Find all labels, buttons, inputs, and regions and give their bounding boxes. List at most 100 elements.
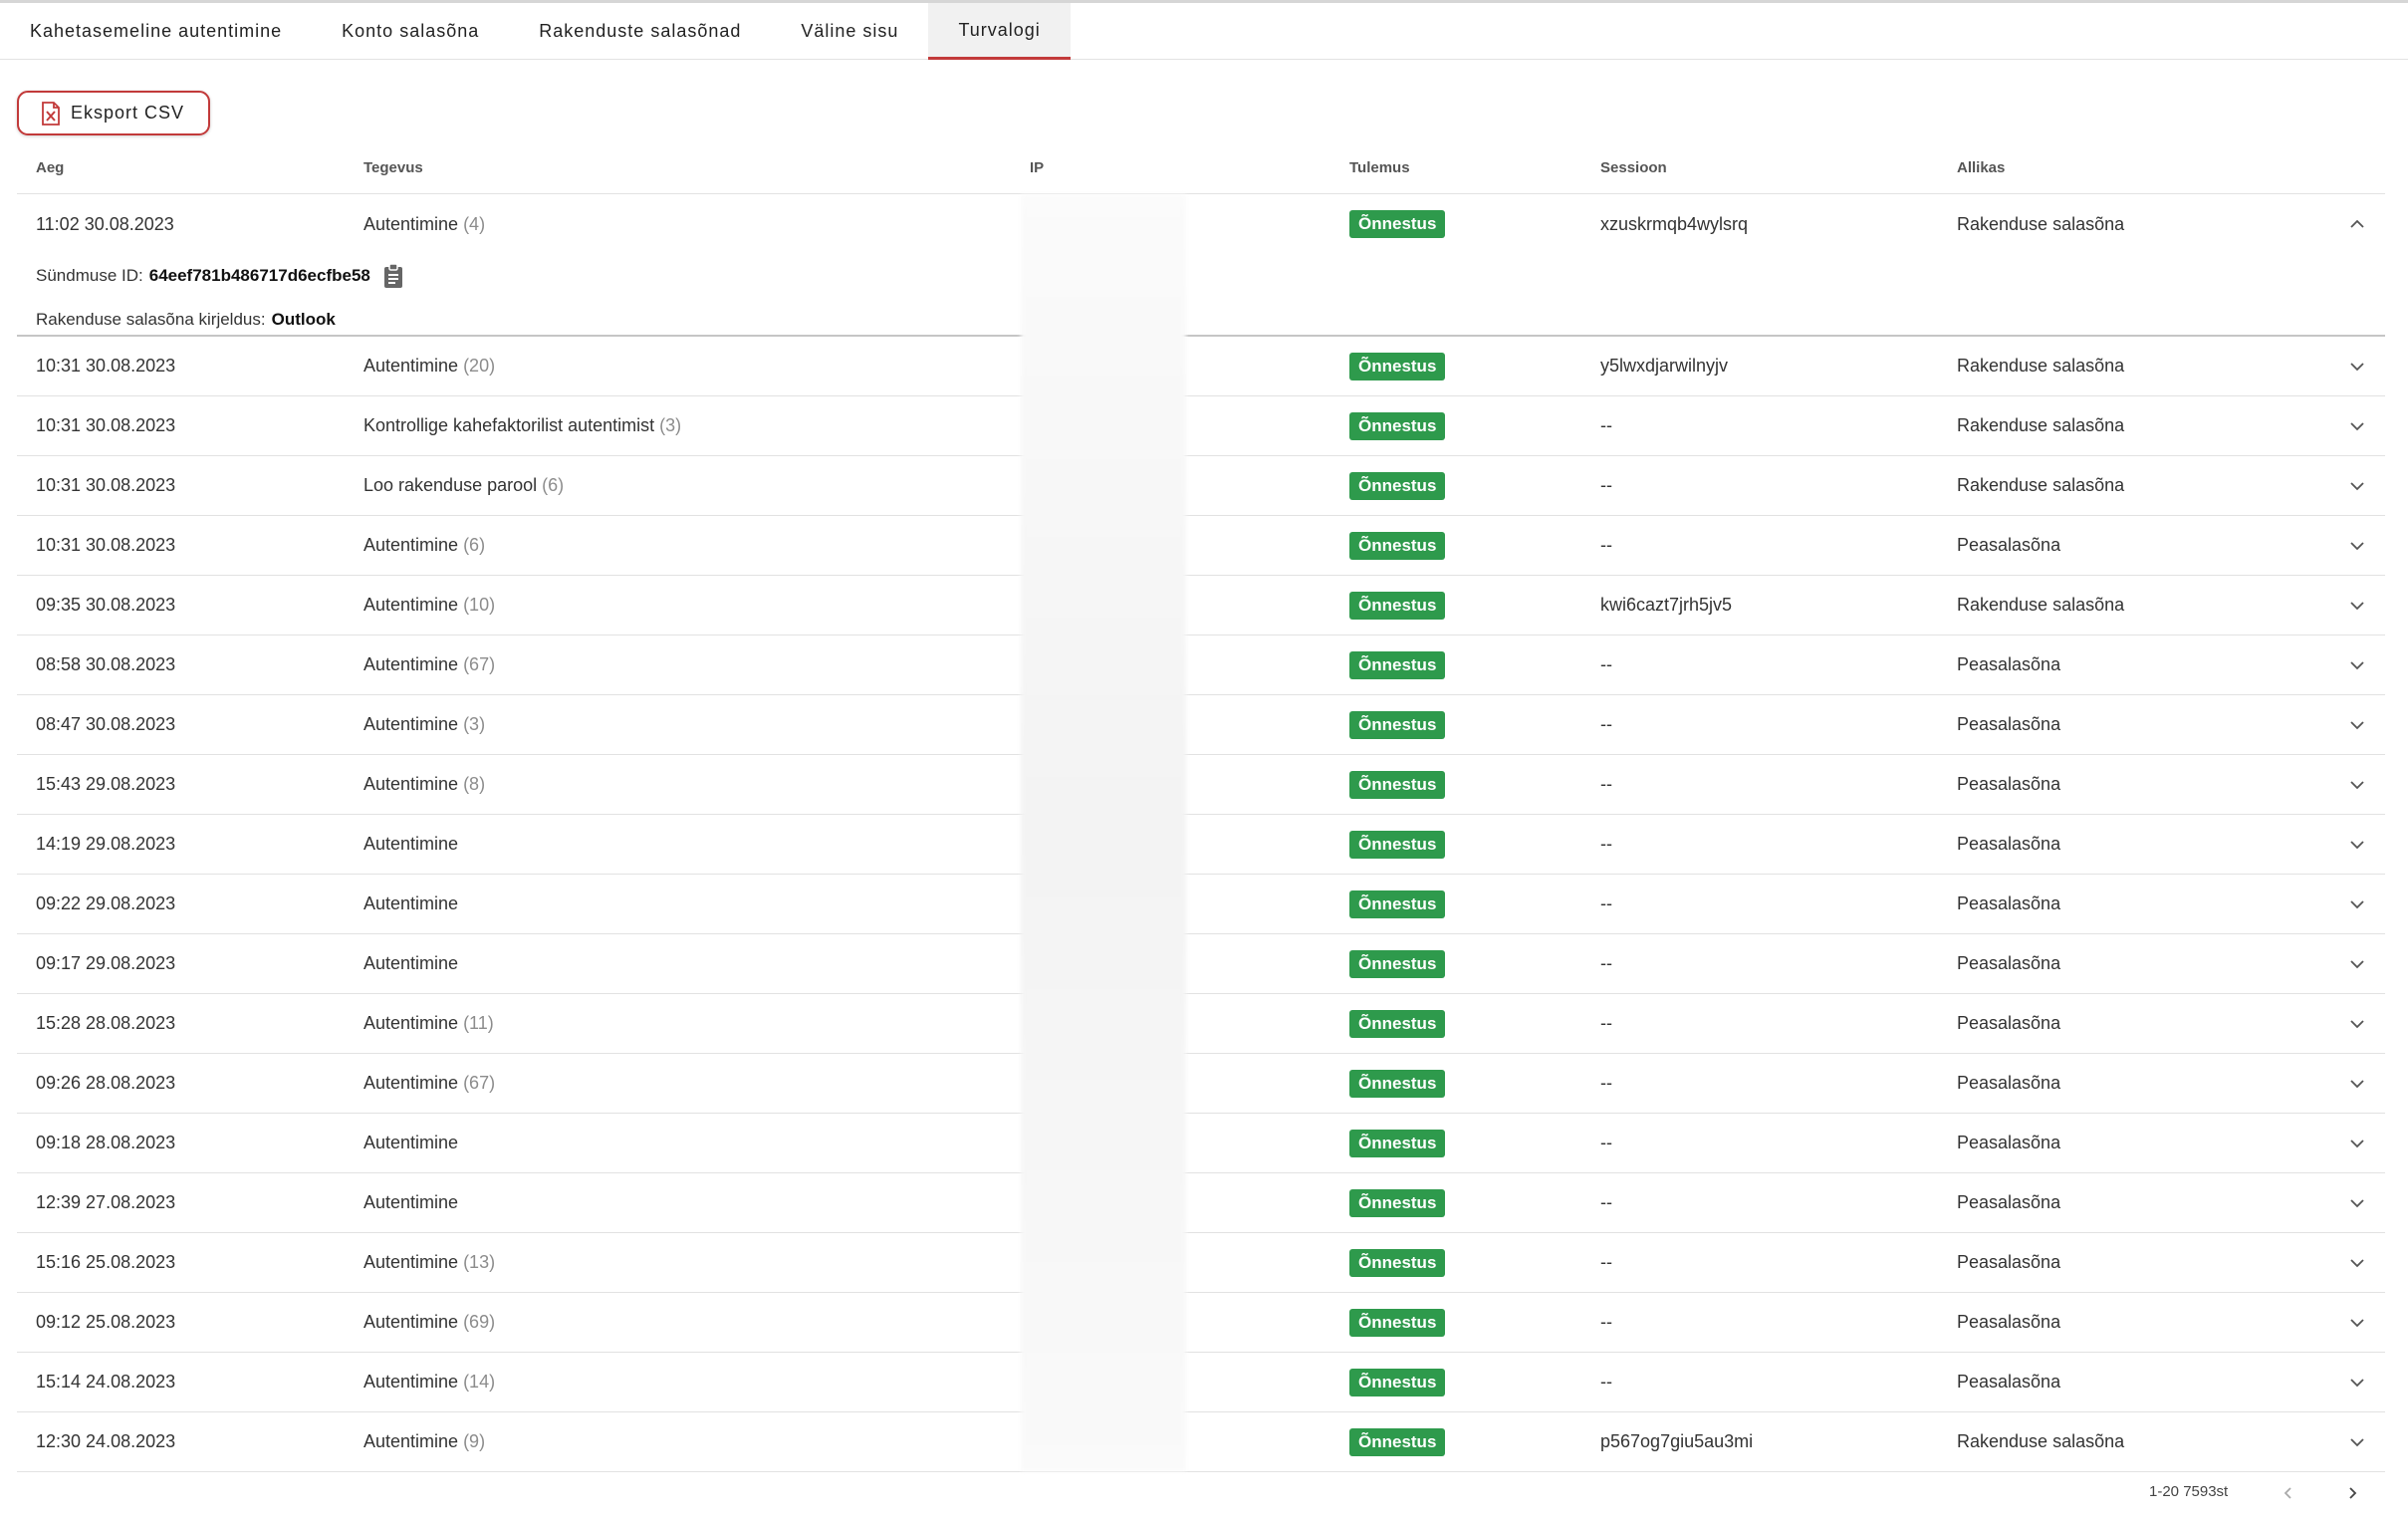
row-toggle-button[interactable] xyxy=(2337,1054,2377,1113)
row-action: Autentimine xyxy=(363,1173,463,1232)
table-row[interactable]: 09:26 28.08.2023 Autentimine (67) Õnnestus -… xyxy=(17,1054,2385,1114)
column-header-ip[interactable]: IP xyxy=(1030,142,1044,193)
row-source: Peasalasõna xyxy=(1957,1133,2061,1152)
row-session: -- xyxy=(1600,654,1612,674)
row-action-count: (14) xyxy=(463,1372,496,1392)
tab-security-log[interactable]: Turvalogi xyxy=(928,3,1071,60)
row-action-name: Autentimine xyxy=(363,1431,459,1451)
row-source: Peasalasõna xyxy=(1957,1013,2061,1033)
row-action-count: (13) xyxy=(463,1252,496,1272)
row-toggle-button[interactable] xyxy=(2337,194,2377,254)
table-row[interactable]: 10:31 30.08.2023 Kontrollige kahefaktoril… xyxy=(17,396,2385,456)
table-row[interactable]: 11:02 30.08.2023 Autentimine (4) Õnnestus xz… xyxy=(17,194,2385,254)
column-header-source[interactable]: Allikas xyxy=(1957,142,2005,193)
row-action-count: (4) xyxy=(463,213,486,234)
settings-tabs: Kahetasemeline autentimine Konto salasõn… xyxy=(0,3,2408,60)
row-toggle-button[interactable] xyxy=(2337,875,2377,933)
row-time: 15:14 24.08.2023 xyxy=(36,1372,176,1392)
row-toggle-button[interactable] xyxy=(2337,635,2377,694)
row-toggle-button[interactable] xyxy=(2337,337,2377,395)
row-action-name: Autentimine xyxy=(363,1133,459,1152)
status-badge: Õnnestus xyxy=(1349,1188,1446,1217)
row-toggle-button[interactable] xyxy=(2337,516,2377,575)
row-toggle-button[interactable] xyxy=(2337,1293,2377,1352)
row-action-count: (10) xyxy=(463,595,496,615)
tab-account-password[interactable]: Konto salasõna xyxy=(312,3,509,60)
row-source: Peasalasõna xyxy=(1957,1312,2061,1332)
tab-external-content[interactable]: Väline sisu xyxy=(771,3,928,60)
row-toggle-button[interactable] xyxy=(2337,456,2377,515)
column-header-action[interactable]: Tegevus xyxy=(363,142,423,193)
row-toggle-button[interactable] xyxy=(2337,695,2377,754)
row-toggle-button[interactable] xyxy=(2337,1353,2377,1411)
table-row[interactable]: 15:16 25.08.2023 Autentimine (13) Õnnestus -… xyxy=(17,1233,2385,1293)
status-badge: Õnnestus xyxy=(1349,411,1446,440)
chevron-down-icon xyxy=(2350,1139,2364,1147)
row-action-name: Autentimine xyxy=(363,1252,459,1272)
row-result: Õnnestus xyxy=(1349,994,1446,1053)
status-badge: Õnnestus xyxy=(1349,1129,1446,1157)
row-source: Peasalasõna xyxy=(1957,1252,2061,1272)
table-row[interactable]: 14:19 29.08.2023 Autentimine Õnnestus -- Pea… xyxy=(17,815,2385,875)
row-result: Õnnestus xyxy=(1349,1054,1446,1113)
table-row[interactable]: 08:47 30.08.2023 Autentimine (3) Õnnestus --… xyxy=(17,695,2385,755)
export-csv-button[interactable]: Eksport CSV xyxy=(17,91,210,135)
row-action: Autentimine (11) xyxy=(363,994,494,1053)
row-time: 09:12 25.08.2023 xyxy=(36,1312,176,1332)
row-toggle-button[interactable] xyxy=(2337,815,2377,874)
row-result: Õnnestus xyxy=(1349,1353,1446,1411)
tab-app-passwords[interactable]: Rakenduste salasõnad xyxy=(509,3,771,60)
row-source: Rakenduse salasõna xyxy=(1957,475,2125,495)
table-row[interactable]: 15:43 29.08.2023 Autentimine (8) Õnnestus --… xyxy=(17,755,2385,815)
table-row[interactable]: 09:18 28.08.2023 Autentimine Õnnestus -- Pea… xyxy=(17,1114,2385,1173)
row-action-count: (3) xyxy=(659,415,682,435)
row-time: 08:47 30.08.2023 xyxy=(36,714,176,734)
row-time: 09:18 28.08.2023 xyxy=(36,1133,176,1152)
row-action: Autentimine xyxy=(363,815,463,874)
row-toggle-button[interactable] xyxy=(2337,994,2377,1053)
table-row[interactable]: 10:31 30.08.2023 Autentimine (6) Õnnestus --… xyxy=(17,516,2385,576)
row-toggle-button[interactable] xyxy=(2337,755,2377,814)
table-row[interactable]: 12:30 24.08.2023 Autentimine (9) Õnnestus p5… xyxy=(17,1412,2385,1472)
row-source: Rakenduse salasõna xyxy=(1957,1431,2125,1451)
row-session: -- xyxy=(1600,953,1612,973)
description-value: Outlook xyxy=(271,310,336,329)
row-action-name: Autentimine xyxy=(363,1312,459,1332)
pagination-prev-button[interactable] xyxy=(2274,1478,2303,1508)
event-id-label: Sündmuse ID: xyxy=(36,266,143,285)
row-action-name: Autentimine xyxy=(363,953,459,973)
row-toggle-button[interactable] xyxy=(2337,1114,2377,1172)
row-action: Autentimine (20) xyxy=(363,337,495,395)
chevron-up-icon xyxy=(2350,219,2364,228)
table-row[interactable]: 10:31 30.08.2023 Autentimine (20) Õnnestus y… xyxy=(17,337,2385,396)
table-row[interactable]: 10:31 30.08.2023 Loo rakenduse parool (6) Õ… xyxy=(17,456,2385,516)
clipboard-icon[interactable] xyxy=(382,263,404,289)
column-header-time[interactable]: Aeg xyxy=(36,142,64,193)
table-row[interactable]: 09:17 29.08.2023 Autentimine Õnnestus -- Pea… xyxy=(17,934,2385,994)
row-toggle-button[interactable] xyxy=(2337,396,2377,455)
row-session: -- xyxy=(1600,1252,1612,1272)
table-row[interactable]: 15:14 24.08.2023 Autentimine (14) Õnnestus -… xyxy=(17,1353,2385,1412)
column-header-session[interactable]: Sessioon xyxy=(1600,142,1667,193)
table-row[interactable]: 09:12 25.08.2023 Autentimine (69) Õnnestus -… xyxy=(17,1293,2385,1353)
pagination-next-button[interactable] xyxy=(2337,1478,2367,1508)
row-toggle-button[interactable] xyxy=(2337,1233,2377,1292)
table-row[interactable]: 09:22 29.08.2023 Autentimine Õnnestus -- Pea… xyxy=(17,875,2385,934)
status-badge: Õnnestus xyxy=(1349,949,1446,978)
table-row[interactable]: 08:58 30.08.2023 Autentimine (67) Õnnestus -… xyxy=(17,635,2385,695)
row-toggle-button[interactable] xyxy=(2337,934,2377,993)
row-toggle-button[interactable] xyxy=(2337,576,2377,634)
chevron-down-icon xyxy=(2350,720,2364,729)
status-badge: Õnnestus xyxy=(1349,889,1446,918)
chevron-down-icon xyxy=(2350,541,2364,550)
tab-two-factor[interactable]: Kahetasemeline autentimine xyxy=(0,3,312,60)
status-badge: Õnnestus xyxy=(1349,210,1446,238)
column-header-result[interactable]: Tulemus xyxy=(1349,142,1410,193)
status-badge: Õnnestus xyxy=(1349,591,1446,620)
table-row[interactable]: 15:28 28.08.2023 Autentimine (11) Õnnestus -… xyxy=(17,994,2385,1054)
row-toggle-button[interactable] xyxy=(2337,1412,2377,1471)
row-toggle-button[interactable] xyxy=(2337,1173,2377,1232)
row-source: Peasalasõna xyxy=(1957,893,2061,913)
table-row[interactable]: 09:35 30.08.2023 Autentimine (10) Õnnestus k… xyxy=(17,576,2385,635)
table-row[interactable]: 12:39 27.08.2023 Autentimine Õnnestus -- Pea… xyxy=(17,1173,2385,1233)
